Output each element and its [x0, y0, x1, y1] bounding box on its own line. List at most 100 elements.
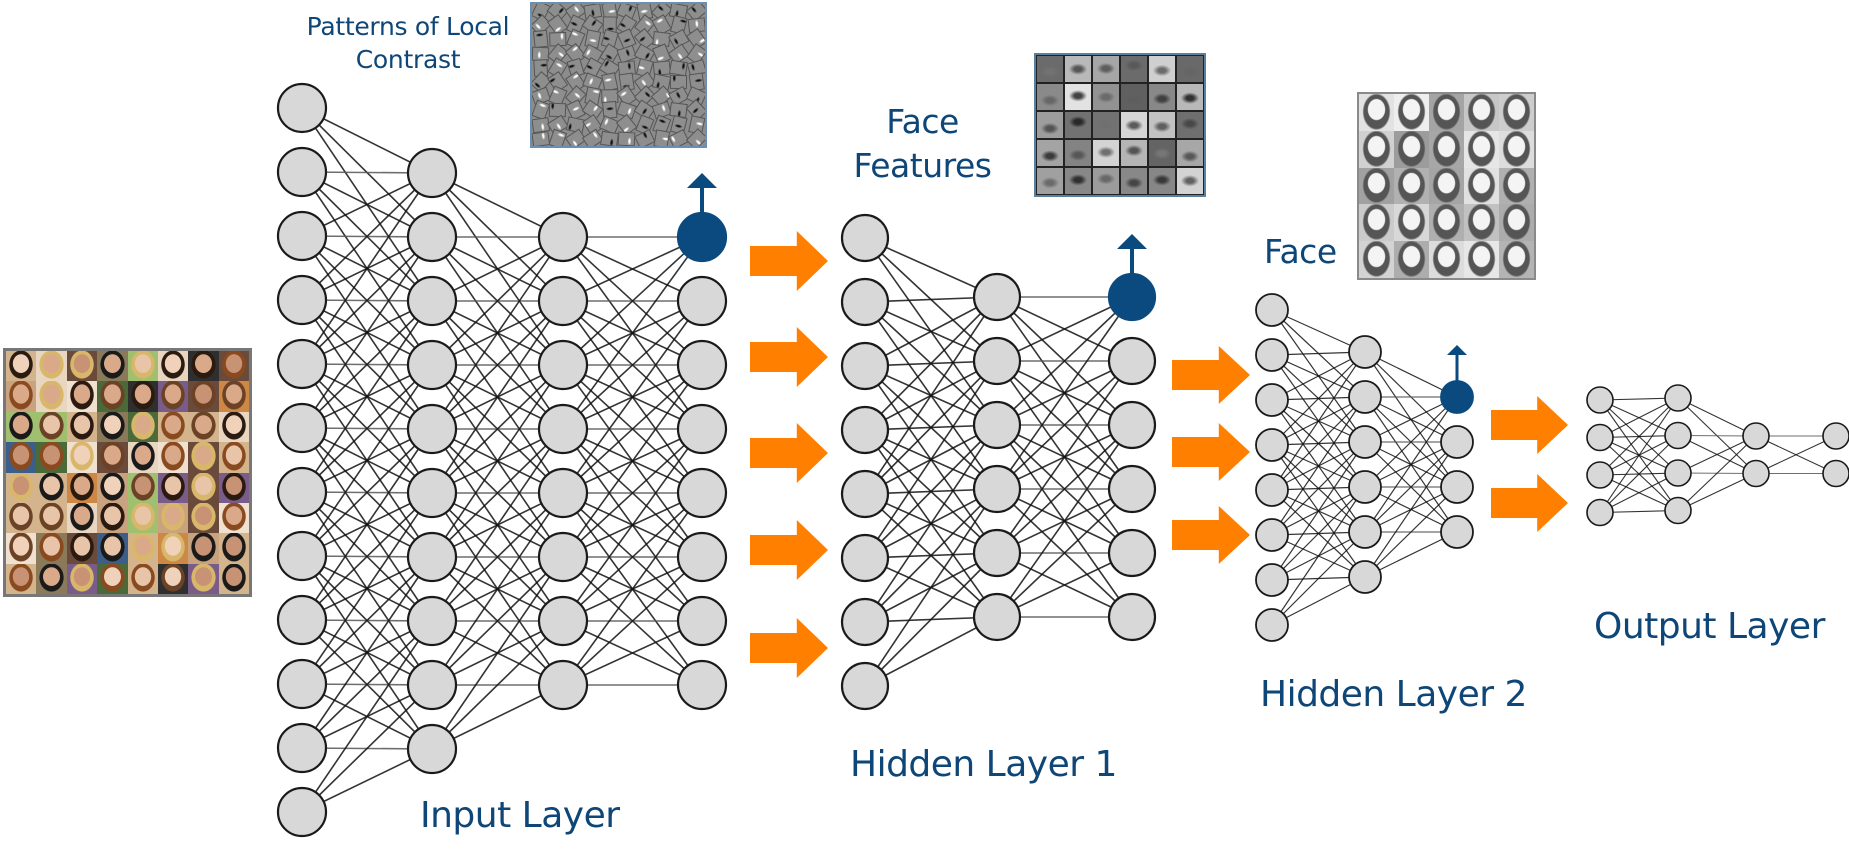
- neuron: [1255, 473, 1289, 507]
- face-features-caption-line2: Features: [853, 146, 992, 185]
- face-photo: [66, 533, 98, 564]
- face-photo: [157, 351, 189, 382]
- face-photo: [188, 472, 219, 503]
- face-photo: [157, 411, 189, 443]
- face-caption: Face: [1264, 232, 1337, 271]
- feature-patch: [1036, 167, 1064, 195]
- neuron: [276, 210, 328, 262]
- face-template: [1359, 204, 1394, 242]
- neuron: [676, 275, 728, 327]
- connection-edge: [864, 488, 998, 687]
- neuron: [406, 595, 458, 647]
- neuron: [276, 82, 328, 134]
- feature-patch: [1092, 55, 1120, 83]
- neuron: [840, 469, 890, 519]
- face-photo: [218, 411, 249, 443]
- feature-patch: [1120, 83, 1148, 111]
- filter-patch: [618, 131, 637, 146]
- face-photo: [36, 351, 67, 382]
- neuron: [1107, 464, 1157, 514]
- face-photo: [97, 533, 128, 564]
- face-template: [1499, 130, 1534, 168]
- connection-edge: [1271, 486, 1366, 626]
- face-photo: [66, 411, 98, 443]
- face-template: [1499, 204, 1534, 242]
- face-features-caption: Face Features: [835, 100, 1010, 188]
- neuron: [276, 786, 328, 838]
- arrow-right-icon: [1172, 423, 1250, 481]
- neuron: [972, 592, 1022, 642]
- arrow-right-icon: [750, 231, 828, 291]
- face-template: [1429, 130, 1464, 168]
- face-template: [1464, 241, 1499, 278]
- face-template: [1464, 167, 1499, 205]
- face-photo: [66, 442, 98, 473]
- face-photo: [188, 502, 219, 534]
- feature-patch: [1176, 139, 1204, 167]
- neuron: [1742, 422, 1770, 450]
- face-template: [1394, 241, 1429, 278]
- face-photo: [6, 533, 37, 564]
- feature-patch: [1176, 111, 1204, 139]
- arrow-up-icon: [687, 173, 717, 188]
- neuron: [676, 403, 728, 455]
- face-template: [1499, 167, 1534, 205]
- face-template: [1499, 94, 1534, 131]
- face-photo: [127, 381, 158, 412]
- face-photo: [6, 442, 37, 473]
- face-photo: [188, 442, 219, 473]
- face-template: [1359, 130, 1394, 168]
- face-photo: [66, 381, 98, 412]
- neuron: [1255, 338, 1289, 372]
- neuron: [972, 336, 1022, 386]
- feature-patch: [1036, 83, 1064, 111]
- highlighted-neuron: [676, 211, 728, 263]
- face-photo: [188, 381, 219, 412]
- arrow-right-icon: [750, 423, 828, 483]
- face-photo: [218, 533, 249, 564]
- connection-edge: [1271, 441, 1366, 581]
- face-photo: [157, 442, 189, 473]
- feature-patch: [1148, 167, 1176, 195]
- face-photo: [218, 563, 249, 594]
- face-template: [1394, 167, 1429, 205]
- connection-edge: [431, 556, 564, 750]
- neuron: [1664, 421, 1692, 450]
- neuron: [1586, 386, 1614, 414]
- connection-edge: [1364, 441, 1458, 578]
- feature-patch: [1092, 167, 1120, 195]
- neuron: [1348, 515, 1382, 549]
- face-photo: [6, 351, 37, 382]
- face-photo: [97, 351, 128, 382]
- face-photo: [97, 472, 128, 503]
- feature-patch: [1120, 55, 1148, 83]
- face-photo: [157, 533, 189, 564]
- neuron: [1586, 461, 1614, 489]
- neuron: [1664, 459, 1692, 487]
- face-photo: [127, 472, 158, 503]
- neuron: [840, 277, 890, 327]
- arrow-right-icon: [1172, 346, 1250, 404]
- neuron: [276, 530, 328, 582]
- face-photo: [36, 533, 67, 564]
- feature-patch: [1120, 111, 1148, 139]
- neuron: [1348, 380, 1382, 414]
- input-face-photo-grid: [3, 348, 252, 597]
- neuron: [406, 403, 458, 455]
- face-photo: [127, 563, 158, 594]
- face-photo: [218, 502, 249, 534]
- neuron: [840, 213, 890, 263]
- neuron: [1440, 470, 1474, 504]
- neuron: [1255, 608, 1289, 642]
- feature-patch: [1064, 167, 1092, 195]
- neuron: [1822, 422, 1849, 450]
- feature-patch: [1064, 83, 1092, 111]
- face-photo: [97, 381, 128, 412]
- face-photo: [157, 472, 189, 503]
- neuron: [1255, 383, 1289, 417]
- neuron: [840, 661, 890, 711]
- neuron: [406, 467, 458, 519]
- face-template: [1429, 94, 1464, 131]
- neuron: [1107, 528, 1157, 578]
- neuron: [537, 403, 589, 455]
